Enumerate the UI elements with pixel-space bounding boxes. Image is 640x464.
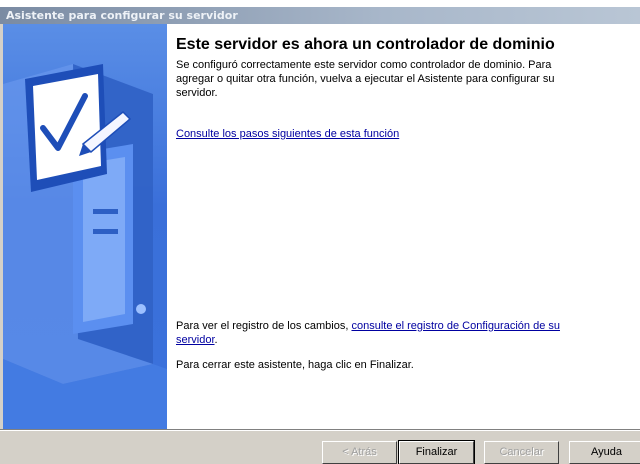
window-title-bar[interactable]: Asistente para configurar su servidor — [0, 7, 640, 24]
content-area: Este servidor es ahora un controlador de… — [176, 35, 576, 100]
footer-divider-highlight — [0, 430, 640, 431]
log-prefix-text: Para ver el registro de los cambios, — [176, 320, 352, 332]
window-title: Asistente para configurar su servidor — [6, 9, 238, 22]
log-suffix-text: . — [214, 334, 218, 346]
description-text: Se configuró correctamente este servidor… — [176, 59, 555, 99]
wizard-dialog: Este servidor es ahora un controlador de… — [3, 24, 640, 429]
server-checklist-illustration — [3, 64, 167, 429]
close-instruction-text: Para cerrar este asistente, haga clic en… — [176, 359, 414, 371]
wizard-sidebar — [3, 24, 167, 429]
page-heading: Este servidor es ahora un controlador de… — [176, 36, 555, 53]
top-strip — [0, 0, 640, 7]
next-steps-link[interactable]: Consulte los pasos siguientes de esta fu… — [176, 128, 399, 140]
log-paragraph: Para ver el registro de los cambios, con… — [176, 319, 576, 347]
